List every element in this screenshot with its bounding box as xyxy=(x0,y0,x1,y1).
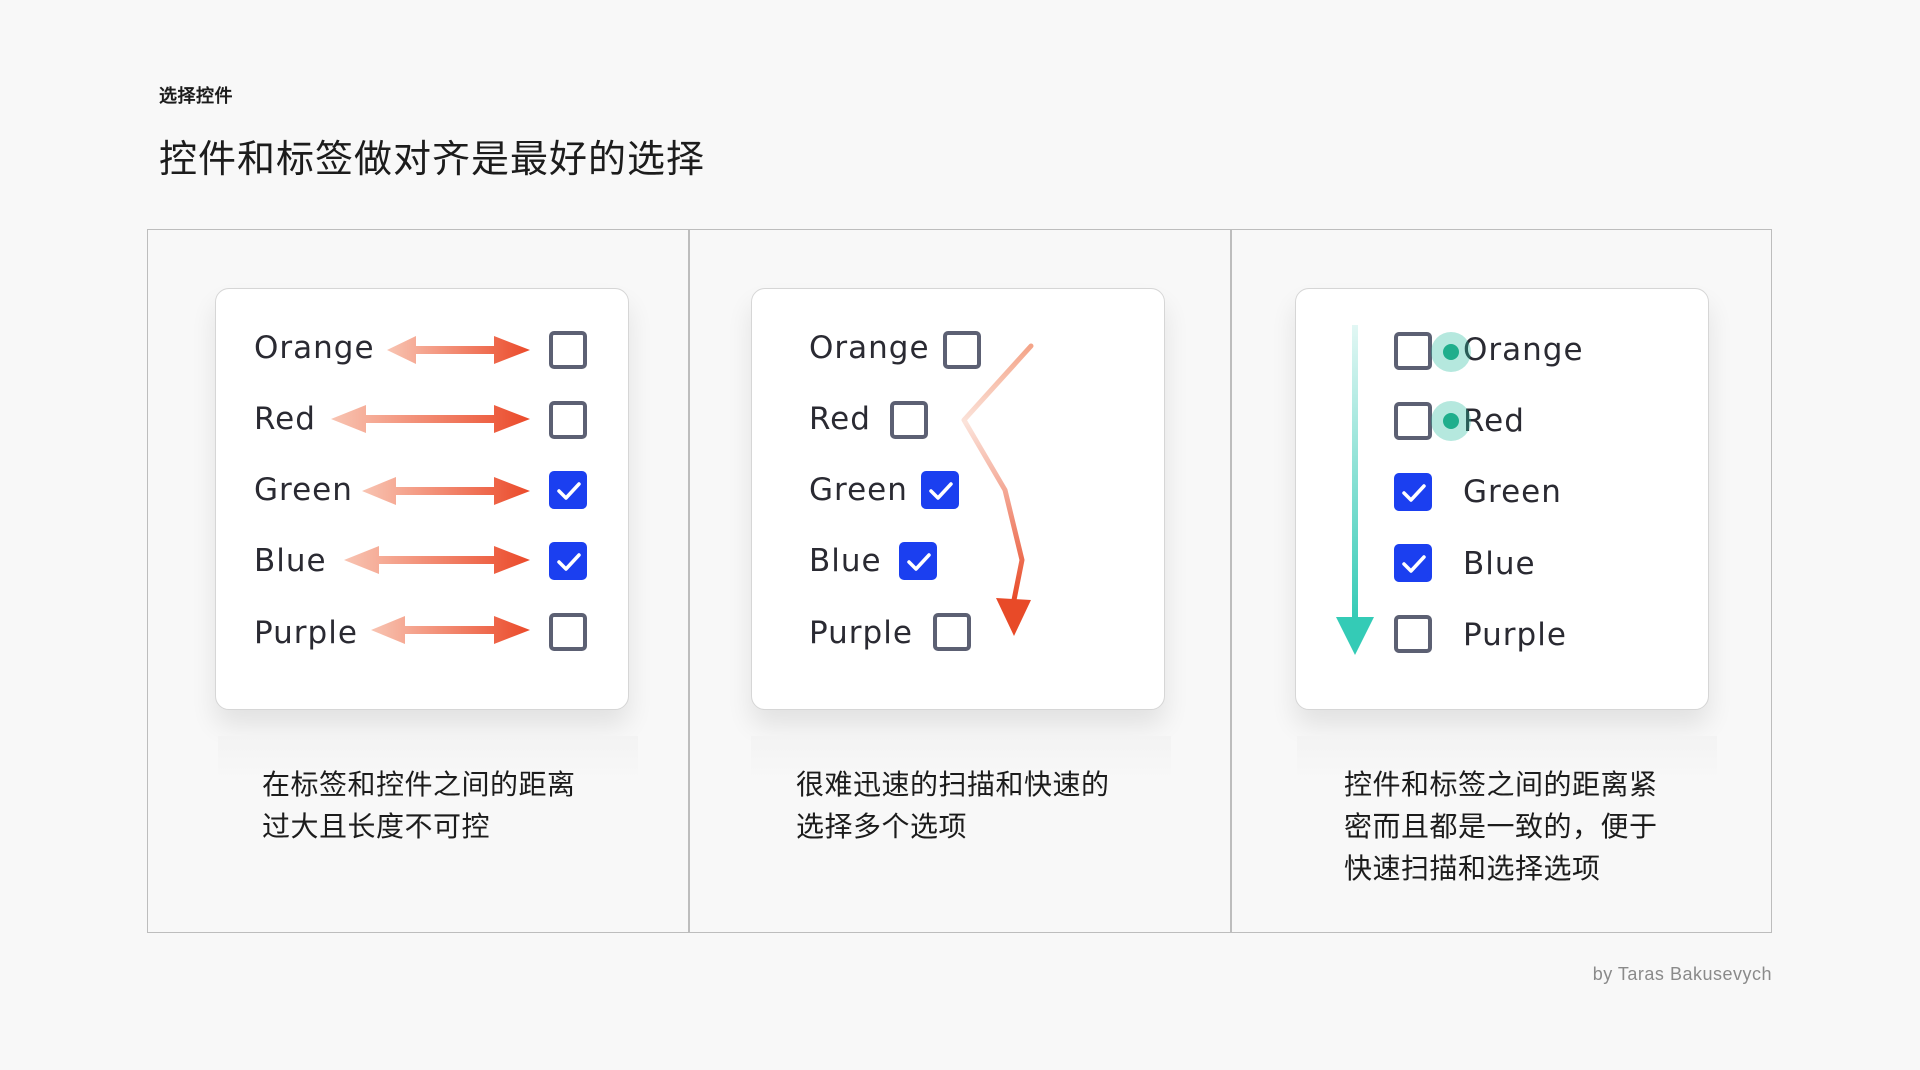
panel-2-checkbox-green[interactable] xyxy=(921,471,959,509)
panel-1-checkbox-orange[interactable] xyxy=(549,331,587,369)
caption-line: 很难迅速的扫描和快速的 xyxy=(796,768,1110,801)
panel-3-option-label: Orange xyxy=(1463,332,1584,368)
panel-1-caption: 在标签和控件之间的距离 过大且长度不可控 xyxy=(262,764,576,848)
panel-2-checkbox-blue[interactable] xyxy=(899,542,937,580)
checkmark-icon xyxy=(907,553,931,571)
panel-3-checkbox-orange[interactable] xyxy=(1394,332,1432,370)
panel-3-caption: 控件和标签之间的距离紧 密而且都是一致的，便于 快速扫描和选择选项 xyxy=(1344,764,1658,890)
panel-1-checkbox-green[interactable] xyxy=(549,471,587,509)
panel-2-option-label: Red xyxy=(809,401,871,437)
panel-2-caption: 很难迅速的扫描和快速的 选择多个选项 xyxy=(796,764,1110,848)
panel-1-checkbox-purple[interactable] xyxy=(549,613,587,651)
caption-line: 在标签和控件之间的距离 xyxy=(262,768,576,801)
panel-2-checkbox-red[interactable] xyxy=(890,401,928,439)
eyebrow-label: 选择控件 xyxy=(159,86,233,107)
page-title: 控件和标签做对齐是最好的选择 xyxy=(159,137,706,181)
panel-2-option-label: Orange xyxy=(809,330,930,366)
panel-2-option-label: Purple xyxy=(809,615,913,651)
panel-3-option-label: Red xyxy=(1463,403,1525,439)
panel-2-checkbox-orange[interactable] xyxy=(943,331,981,369)
checkmark-icon xyxy=(1402,555,1426,573)
panel-3-checkbox-blue[interactable] xyxy=(1394,544,1432,582)
panel-2-option-label: Blue xyxy=(809,543,882,579)
panel-3-option-label: Blue xyxy=(1463,546,1536,582)
caption-line: 密而且都是一致的，便于 xyxy=(1344,810,1658,843)
panel-1-checkbox-blue[interactable] xyxy=(549,542,587,580)
alignment-dot-icon xyxy=(1431,332,1471,372)
panel-1-option-label: Red xyxy=(254,401,316,437)
panel-1-option-label: Orange xyxy=(254,330,375,366)
alignment-dot-icon xyxy=(1431,401,1471,441)
panel-divider xyxy=(688,229,690,933)
panel-3-option-label: Purple xyxy=(1463,617,1567,653)
checkmark-icon xyxy=(557,553,581,571)
panel-3-option-label: Green xyxy=(1463,474,1562,510)
caption-line: 选择多个选项 xyxy=(796,810,968,843)
checkmark-icon xyxy=(1402,484,1426,502)
caption-line: 快速扫描和选择选项 xyxy=(1344,852,1601,885)
caption-line: 控件和标签之间的距离紧 xyxy=(1344,768,1658,801)
panel-1-option-label: Green xyxy=(254,472,353,508)
panel-1-option-label: Purple xyxy=(254,615,358,651)
panel-3-checkbox-purple[interactable] xyxy=(1394,615,1432,653)
panel-divider xyxy=(1230,229,1232,933)
checkmark-icon xyxy=(929,482,953,500)
panel-2-option-label: Green xyxy=(809,472,908,508)
panel-3-checkbox-red[interactable] xyxy=(1394,402,1432,440)
caption-line: 过大且长度不可控 xyxy=(262,810,491,843)
checkmark-icon xyxy=(557,482,581,500)
panel-1-checkbox-red[interactable] xyxy=(549,401,587,439)
panel-1-option-label: Blue xyxy=(254,543,327,579)
author-credit: by Taras Bakusevych xyxy=(1592,964,1772,984)
panel-2-checkbox-purple[interactable] xyxy=(933,613,971,651)
panel-3-checkbox-green[interactable] xyxy=(1394,473,1432,511)
